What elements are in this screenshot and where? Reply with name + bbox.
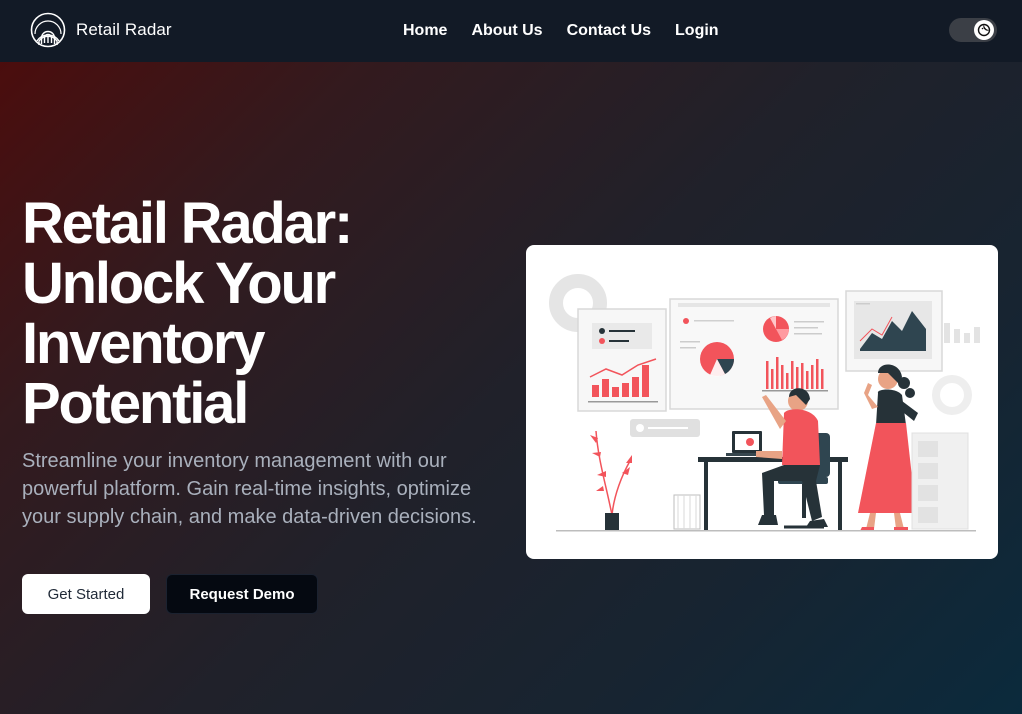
navbar: Retail Radar Home About Us Contact Us Lo… bbox=[0, 0, 1022, 62]
headline-line: Inventory bbox=[22, 311, 265, 376]
analytics-dashboard-illustration bbox=[549, 274, 980, 532]
headline-line: Potential bbox=[22, 371, 249, 436]
nav-link-login[interactable]: Login bbox=[675, 22, 719, 40]
brand-name: Retail Radar bbox=[76, 20, 172, 39]
request-demo-button[interactable]: Request Demo bbox=[166, 574, 318, 614]
moon-icon bbox=[977, 23, 991, 37]
hero-subtext: Streamline your inventory management wit… bbox=[22, 450, 477, 528]
nav-link-contact[interactable]: Contact Us bbox=[567, 22, 651, 40]
nav-link-home[interactable]: Home bbox=[403, 22, 447, 40]
headline-line: Unlock Your bbox=[22, 251, 336, 316]
hero-section: Retail Radar: Unlock Your Inventory Pote… bbox=[0, 62, 1022, 714]
brand[interactable]: Retail Radar bbox=[30, 12, 172, 48]
nav-links: Home About Us Contact Us Login bbox=[403, 0, 719, 62]
hero-illustration-card bbox=[526, 245, 998, 559]
hero-headline: Retail Radar: Unlock Your Inventory Pote… bbox=[22, 194, 502, 434]
nav-link-about[interactable]: About Us bbox=[471, 22, 542, 40]
toggle-knob bbox=[974, 20, 994, 40]
headline-line: Retail Radar: bbox=[22, 191, 353, 256]
radar-logo-icon bbox=[30, 12, 66, 48]
theme-toggle[interactable] bbox=[949, 18, 997, 42]
get-started-button[interactable]: Get Started bbox=[22, 574, 150, 614]
